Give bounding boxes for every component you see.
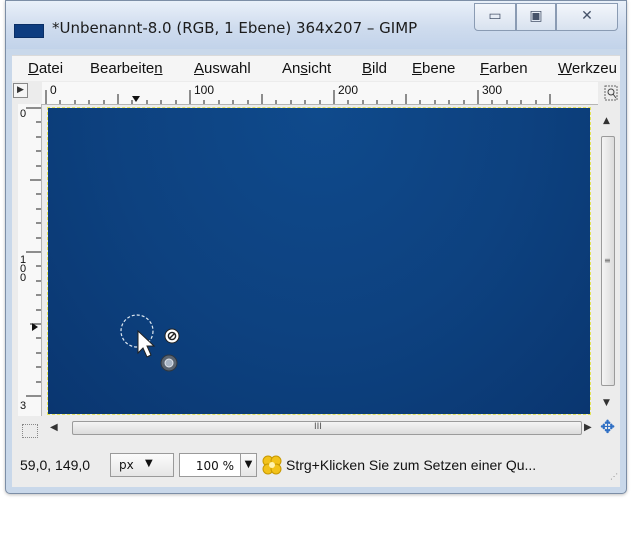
scroll-left-icon[interactable]: ◀ [50, 422, 58, 433]
scroll-grip-icon: ≡ [604, 256, 611, 265]
resize-grip-icon[interactable]: ⋰ [610, 472, 618, 481]
pointer-coordinates: 59,0, 149,0 [20, 457, 91, 473]
horizontal-ruler-ticks [45, 90, 551, 104]
title-bar[interactable]: *Unbenannt-8.0 (RGB, 1 Ebene) 364x207 – … [6, 1, 626, 49]
horizontal-ruler[interactable]: 0 100 200 300 [42, 82, 598, 105]
close-icon: ✕ [581, 8, 593, 24]
triangle-right-icon: ▶ [17, 85, 24, 95]
menu-bild[interactable]: Bild [362, 60, 387, 77]
ruler-pointer-marker [132, 96, 140, 102]
status-bar: 59,0, 149,0 px ▼ 100 % ▼ Strg+Klicken Si… [14, 448, 618, 482]
ruler-label: 0 [50, 83, 57, 97]
maximize-button[interactable]: ▣ [516, 3, 556, 31]
navigate-icon[interactable] [604, 85, 618, 101]
menu-bearbeiten[interactable]: Bearbeiten [90, 60, 163, 77]
chevron-down-icon: ▼ [145, 458, 153, 469]
ruler-label: 300 [482, 83, 503, 97]
menu-ebene[interactable]: Ebene [412, 60, 455, 77]
navigate-icon-graphic [604, 85, 618, 101]
menu-farben[interactable]: Farben [480, 60, 528, 77]
menu-auswahl[interactable]: Auswahl [194, 60, 251, 77]
scroll-grip-icon: III [314, 422, 322, 432]
zoom-dropdown-button[interactable]: ▼ [241, 453, 257, 477]
vertical-scrollbar[interactable]: ▲ ≡ ▼ [600, 106, 616, 412]
horizontal-scroll-thumb[interactable] [72, 421, 582, 435]
ruler-label: 100 [20, 254, 27, 284]
vertical-ruler[interactable]: 0 100 3 [18, 104, 42, 416]
clone-tool-icon [262, 455, 282, 475]
ruler-label: 3 [20, 400, 27, 412]
scroll-up-icon[interactable]: ▲ [603, 116, 610, 126]
horizontal-scrollbar[interactable]: ◀ III ▶ [44, 420, 598, 436]
zoom-input[interactable]: 100 % [179, 453, 241, 477]
menu-ansicht[interactable]: Ansicht [282, 60, 331, 77]
ruler-label: 100 [194, 83, 215, 97]
cursor-graphic [120, 314, 180, 372]
close-button[interactable]: ✕ [556, 3, 618, 31]
zoom-value: 100 % [195, 459, 234, 473]
menu-datei[interactable]: Datei [28, 60, 63, 77]
status-hint: Strg+Klicken Sie zum Setzen einer Qu... [286, 457, 537, 473]
move-arrows-icon[interactable]: ✥ [600, 419, 615, 437]
window-title: *Unbenannt-8.0 (RGB, 1 Ebene) 364x207 – … [52, 19, 418, 37]
gimp-window-icon [14, 24, 44, 38]
quick-mask-icon[interactable] [22, 424, 38, 438]
menu-werkzeuge[interactable]: Werkzeu [558, 60, 617, 77]
unit-value: px [119, 458, 134, 472]
minimize-button[interactable]: ▭ [474, 3, 516, 31]
ruler-label: 200 [338, 83, 359, 97]
scroll-down-icon[interactable]: ▼ [603, 398, 610, 408]
scroll-right-icon[interactable]: ▶ [584, 422, 592, 433]
ruler-label: 0 [20, 108, 27, 120]
clone-tool-icon-graphic [262, 455, 282, 475]
maximize-icon: ▣ [529, 8, 543, 24]
menu-bar: Datei Bearbeiten Auswahl Ansicht Bild Eb… [12, 55, 620, 82]
clone-tool-cursor [120, 314, 190, 376]
pointer-arrow-icon [137, 329, 156, 358]
minimize-icon: ▭ [488, 8, 502, 24]
unit-select[interactable]: px ▼ [110, 453, 174, 477]
canvas-menu-button[interactable]: ▶ [13, 83, 28, 98]
